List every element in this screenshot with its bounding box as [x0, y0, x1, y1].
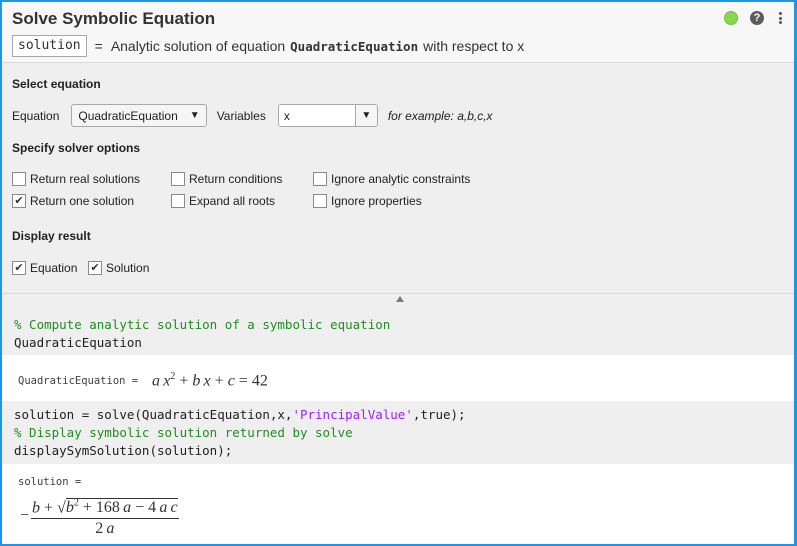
checkmark-icon: ✔	[90, 261, 100, 274]
checkbox-box[interactable]	[12, 172, 26, 186]
numerator: b + √b2 + 168 a − 4 a c	[31, 498, 179, 520]
checkmark-icon: ✔	[14, 194, 24, 207]
summary-suffix: with respect to x	[423, 38, 525, 54]
code-line-display: displaySymSolution(solution);	[14, 443, 233, 458]
live-task-frame: Solve Symbolic Equation ? solution = Ana…	[0, 0, 797, 546]
checkmark-icon: ✔	[14, 261, 24, 274]
checkbox-box[interactable]	[171, 194, 185, 208]
header-icons: ?	[724, 11, 784, 25]
checkbox-label: Return one solution	[30, 194, 135, 208]
checkbox-ignore-properties[interactable]: Ignore properties	[313, 194, 422, 208]
help-icon[interactable]: ?	[750, 11, 764, 25]
checkbox-return-real-solutions[interactable]: Return real solutions	[12, 172, 140, 186]
checkbox-display-solution[interactable]: ✔ Solution	[88, 261, 149, 275]
checkbox-box[interactable]	[171, 172, 185, 186]
equation-row: Equation QuadraticEquation ▼ Variables ▼…	[12, 104, 493, 127]
checkbox-return-conditions[interactable]: Return conditions	[171, 172, 282, 186]
equation-value: QuadraticEquation	[78, 108, 178, 123]
variables-input[interactable]	[278, 105, 355, 126]
collapse-controls-icon[interactable]	[396, 296, 404, 302]
output-label: QuadraticEquation =	[18, 375, 139, 387]
checkbox-label: Equation	[30, 261, 78, 275]
checkbox-box[interactable]	[313, 172, 327, 186]
checkbox-label: Solution	[106, 261, 150, 275]
equation-label: Equation	[12, 108, 60, 123]
output-label: solution =	[18, 476, 82, 488]
variables-label: Variables	[216, 108, 266, 123]
controls-panel: Select equation Equation QuadraticEquati…	[2, 63, 794, 294]
variables-hint: for example: a,b,c,x	[387, 108, 493, 123]
code-block-1: % Compute analytic solution of a symboli…	[2, 294, 794, 355]
code-line: QuadraticEquation	[14, 335, 142, 350]
checkbox-box-checked[interactable]: ✔	[12, 194, 26, 208]
summary-prefix: Analytic solution of equation	[110, 38, 286, 54]
status-indicator-icon	[724, 11, 738, 25]
select-equation-heading: Select equation	[12, 77, 101, 91]
denominator: 2 a	[95, 520, 115, 538]
variables-dropdown-button[interactable]: ▼	[354, 105, 377, 126]
checkbox-label: Return conditions	[189, 172, 283, 186]
variables-combobox[interactable]: ▼	[277, 104, 378, 127]
solver-options-heading: Specify solver options	[12, 141, 141, 155]
more-options-icon[interactable]	[776, 11, 784, 25]
chevron-down-icon: ▼	[189, 110, 200, 121]
checkbox-box-checked[interactable]: ✔	[12, 261, 26, 275]
equation-math: a x2 + b x + c = 42	[152, 371, 268, 390]
output-equation: QuadraticEquation = a x2 + b x + c = 42	[2, 355, 794, 401]
checkbox-box-checked[interactable]: ✔	[88, 261, 102, 275]
code-comment: % Compute analytic solution of a symboli…	[14, 317, 391, 332]
checkbox-label: Return real solutions	[30, 172, 141, 186]
display-result-heading: Display result	[12, 229, 91, 243]
summary-equation: QuadraticEquation	[290, 38, 419, 54]
checkbox-display-equation[interactable]: ✔ Equation	[12, 261, 77, 275]
code-string: 'PrincipalValue'	[292, 407, 413, 422]
code-text: solution = solve(QuadraticEquation,x,	[14, 407, 293, 422]
solution-math: − b + √b2 + 168 a − 4 a c 2 a	[20, 498, 179, 538]
checkbox-ignore-analytic-constraints[interactable]: Ignore analytic constraints	[313, 172, 470, 186]
output-variable-field[interactable]: solution	[12, 35, 87, 57]
code-line-solve: solution = solve(QuadraticEquation,x,'Pr…	[14, 407, 466, 422]
code-block-2: solution = solve(QuadraticEquation,x,'Pr…	[2, 401, 794, 464]
fraction: b + √b2 + 168 a − 4 a c 2 a	[31, 498, 179, 538]
checkbox-label: Ignore analytic constraints	[331, 172, 471, 186]
code-text: ,true);	[412, 407, 466, 422]
task-title: Solve Symbolic Equation	[12, 9, 216, 28]
minus-sign: −	[20, 507, 30, 525]
checkbox-box[interactable]	[313, 194, 327, 208]
chevron-down-icon: ▼	[361, 110, 372, 121]
task-summary: solution = Analytic solution of equation…	[12, 35, 524, 57]
checkbox-label: Expand all roots	[189, 194, 276, 208]
equals-sign: =	[94, 38, 103, 54]
task-header: Solve Symbolic Equation ? solution = Ana…	[2, 2, 794, 63]
equation-dropdown[interactable]: QuadraticEquation ▼	[71, 104, 207, 127]
checkbox-return-one-solution[interactable]: ✔ Return one solution	[12, 194, 134, 208]
checkbox-expand-all-roots[interactable]: Expand all roots	[171, 194, 275, 208]
code-comment: % Display symbolic solution returned by …	[14, 425, 353, 440]
checkbox-label: Ignore properties	[331, 194, 422, 208]
